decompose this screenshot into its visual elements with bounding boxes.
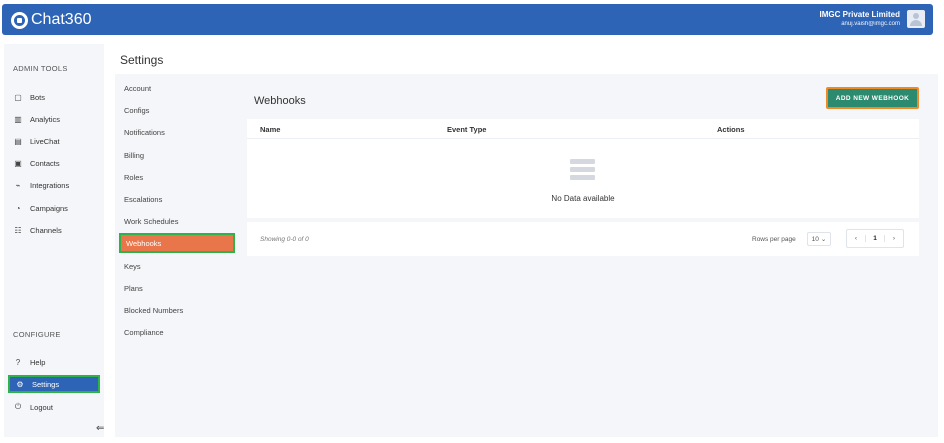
settings-item-configs[interactable]: Configs — [119, 100, 235, 120]
analytics-icon: ▥ — [14, 114, 22, 124]
page-title: Settings — [120, 53, 164, 67]
settings-item-notifications[interactable]: Notifications — [119, 122, 235, 142]
pagination-bar: Showing 0-0 of 0 Rows per page 10 ⌄ ‹ 1 … — [247, 222, 919, 256]
plug-icon: ⌁ — [15, 180, 21, 190]
settings-item-account[interactable]: Account — [119, 78, 235, 98]
prev-page-icon[interactable]: ‹ — [847, 235, 865, 242]
sidebar-item-help[interactable]: ? Help — [8, 353, 100, 371]
sidebar-item-label: Analytics — [30, 114, 61, 124]
settings-item-compliance[interactable]: Compliance — [119, 322, 235, 342]
sidebar-item-label: Campaigns — [30, 203, 68, 213]
column-header-name[interactable]: Name — [260, 125, 280, 134]
chat-icon: ▤ — [14, 136, 22, 146]
settings-item-escalations[interactable]: Escalations — [119, 189, 235, 209]
sidebar-item-contacts[interactable]: ▣ Contacts — [8, 154, 100, 172]
bot-icon: ▢ — [14, 92, 22, 102]
settings-item-billing[interactable]: Billing — [119, 145, 235, 165]
chat-logo-icon — [11, 11, 28, 29]
sidebar-item-label: LiveChat — [30, 136, 60, 146]
sidebar-item-analytics[interactable]: ▥ Analytics — [8, 110, 100, 128]
org-name: IMGC Private Limited — [819, 10, 900, 19]
app-name: Chat360 — [31, 11, 92, 28]
section-title: Webhooks — [254, 95, 306, 107]
showing-count: Showing 0-0 of 0 — [260, 236, 309, 243]
column-header-actions: Actions — [717, 125, 745, 134]
sidebar-item-label: Logout — [30, 402, 53, 412]
empty-state-text: No Data available — [551, 194, 615, 203]
empty-state-icon — [570, 159, 595, 183]
help-icon: ? — [15, 357, 21, 367]
current-page[interactable]: 1 — [865, 235, 885, 242]
sidebar-item-settings[interactable]: ⚙ Settings — [8, 375, 100, 393]
sidebar-item-label: Contacts — [30, 158, 60, 168]
sidebar-item-livechat[interactable]: ▤ LiveChat — [8, 132, 100, 150]
user-email: anuj.vaish@imgc.com — [841, 21, 900, 27]
settings-item-roles[interactable]: Roles — [119, 167, 235, 187]
settings-item-plans[interactable]: Plans — [119, 278, 235, 298]
sidebar-item-label: Bots — [30, 92, 46, 102]
webhooks-panel: Webhooks ADD NEW WEBHOOK Name Event Type… — [239, 74, 938, 437]
settings-item-work-schedules[interactable]: Work Schedules — [119, 211, 235, 231]
chevron-down-icon: ⌄ — [820, 236, 827, 243]
configure-label: CONFIGURE — [13, 330, 61, 339]
collapse-sidebar-icon[interactable]: ⇐ — [96, 423, 104, 434]
sidebar-item-label: Settings — [32, 379, 60, 389]
channels-icon: ☷ — [14, 225, 22, 235]
power-icon: ⏻ — [14, 402, 22, 411]
top-bar: Chat360 IMGC Private Limited anuj.vaish@… — [2, 4, 933, 35]
page-navigation: ‹ 1 › — [846, 229, 904, 248]
sidebar-item-bots[interactable]: ▢ Bots — [8, 88, 100, 106]
campaign-icon: ◔ — [15, 203, 21, 213]
contacts-icon: ▣ — [14, 158, 22, 168]
gear-icon: ⚙ — [16, 379, 24, 389]
avatar[interactable] — [907, 10, 925, 28]
settings-item-blocked-numbers[interactable]: Blocked Numbers — [119, 300, 235, 320]
sidebar-item-channels[interactable]: ☷ Channels — [8, 221, 100, 239]
add-webhook-button[interactable]: ADD NEW WEBHOOK — [826, 87, 919, 109]
sidebar-item-integrations[interactable]: ⌁ Integrations — [8, 176, 100, 194]
table-header: Name Event Type Actions — [247, 119, 919, 139]
next-page-icon[interactable]: › — [885, 235, 903, 242]
settings-item-keys[interactable]: Keys — [119, 256, 235, 276]
sidebar: ADMIN TOOLS ▢ Bots ▥ Analytics ▤ LiveCha… — [4, 44, 104, 437]
sidebar-item-label: Integrations — [30, 180, 70, 190]
settings-item-webhooks[interactable]: Webhooks — [119, 233, 235, 253]
sidebar-item-campaigns[interactable]: ◔ Campaigns — [8, 199, 100, 217]
sidebar-item-label: Channels — [30, 225, 62, 235]
admin-tools-label: ADMIN TOOLS — [13, 64, 68, 73]
sidebar-item-logout[interactable]: ⏻ Logout — [8, 398, 100, 416]
sidebar-item-label: Help — [30, 357, 46, 367]
rows-per-page-label: Rows per page — [752, 236, 796, 243]
app-logo[interactable]: Chat360 — [11, 10, 92, 30]
webhooks-table: Name Event Type Actions No Data availabl… — [247, 119, 919, 218]
account-info[interactable]: IMGC Private Limited anuj.vaish@imgc.com — [820, 10, 900, 29]
rows-per-page-value: 10 — [811, 235, 819, 243]
settings-menu: Account Configs Notifications Billing Ro… — [115, 74, 239, 437]
rows-per-page-select[interactable]: 10 ⌄ — [807, 232, 831, 246]
column-header-event-type[interactable]: Event Type — [447, 125, 486, 134]
